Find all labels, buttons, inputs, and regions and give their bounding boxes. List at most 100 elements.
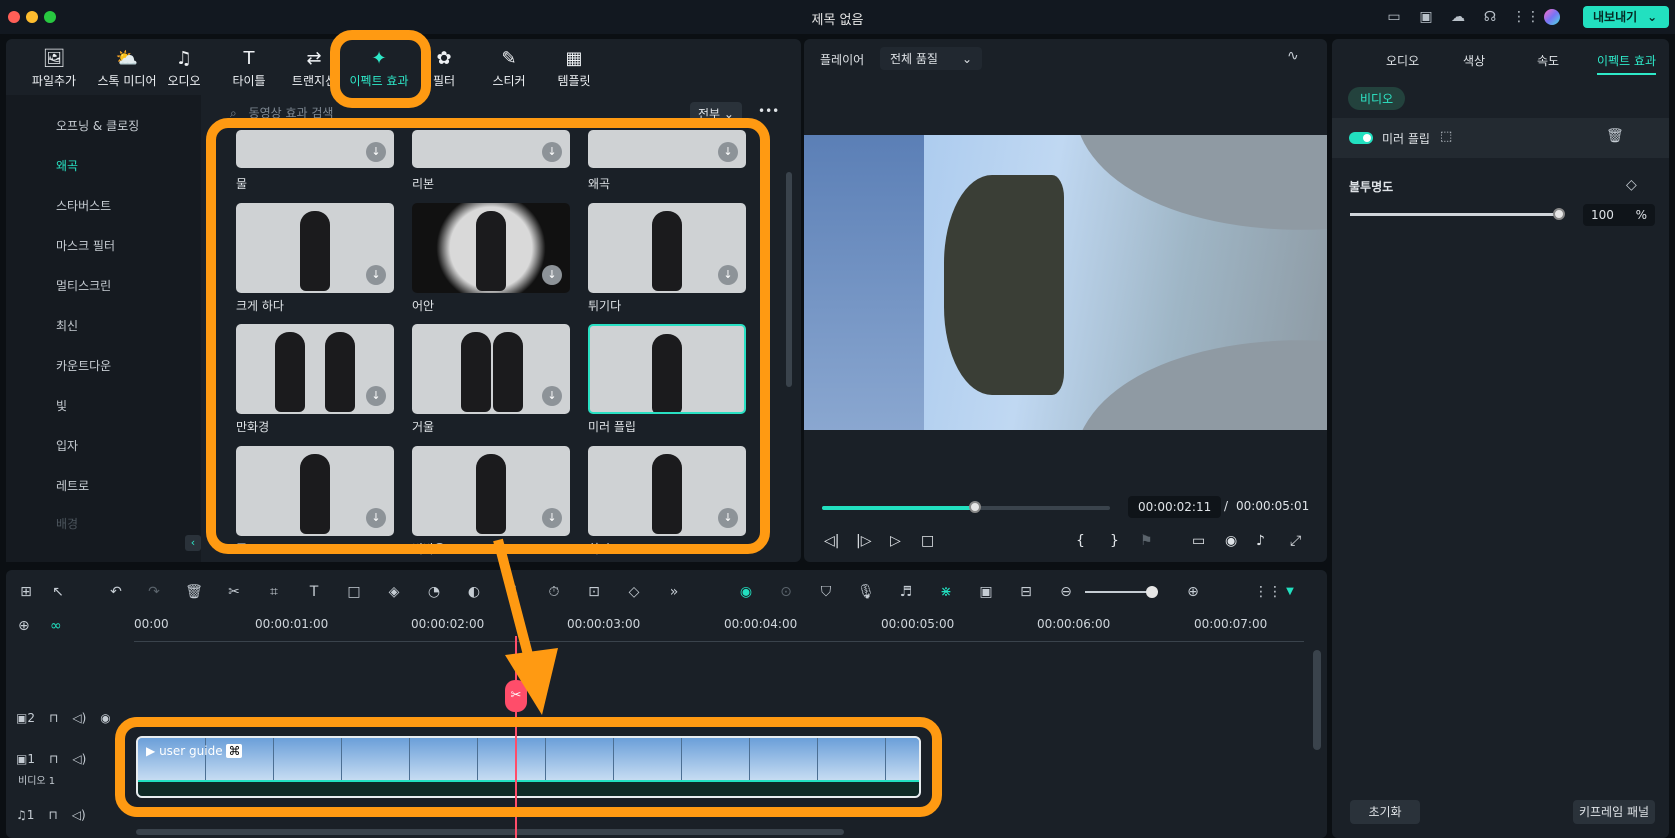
headset-icon[interactable]: ☊ [1480,7,1500,27]
tab-speed[interactable]: 속도 [1537,52,1559,69]
progress-handle[interactable] [968,501,981,513]
sidebar-item-background[interactable]: 배경 [56,515,78,532]
reset-button[interactable]: 초기화 [1350,800,1420,824]
grid-apps-icon[interactable]: ⋮⋮ [1512,7,1540,27]
shape-icon[interactable]: □ [344,582,364,602]
sidebar-item-light[interactable]: 빛 [56,397,67,414]
lock-icon[interactable]: ⊓ [48,808,57,822]
keyframe-icon[interactable]: ◇ [624,582,644,602]
quality-dropdown[interactable]: 전체 품질 ⌄ [880,47,983,70]
effects-scrollbar[interactable] [786,172,792,387]
timecode: 00:00 [134,617,169,631]
next-frame-icon[interactable]: |▷ [856,533,871,549]
render-icon[interactable]: ⊙ [776,582,796,602]
timecode: 00:00:06:00 [1037,617,1111,631]
effect-toggle[interactable] [1349,132,1373,144]
opacity-slider[interactable] [1350,208,1565,220]
tab-effects-props[interactable]: 이펙트 효과 [1597,52,1657,75]
fullscreen-icon[interactable]: ⤢ [1290,533,1301,549]
layout-grid-icon[interactable]: ⊞ [16,582,36,602]
section-video-chip[interactable]: 비디오 [1348,87,1406,110]
undo-icon[interactable]: ↶ [106,582,126,602]
save-icon[interactable]: ▣ [1416,7,1436,27]
trash-icon[interactable]: 🗑 [1606,128,1624,144]
layout-icon[interactable]: ▭ [1384,7,1404,27]
speaker-icon[interactable]: ◁) [72,752,86,766]
eye-icon[interactable]: ◉ [100,711,110,725]
play-icon[interactable]: ▷ [890,533,901,549]
crop-icon[interactable]: ⌗ [264,582,284,602]
sidebar-item-latest[interactable]: 최신 [56,317,78,334]
select-tool-icon[interactable]: ↖ [48,582,68,602]
split-screen-icon[interactable]: ⊟ [1016,582,1036,602]
speaker-icon[interactable]: ◁) [72,711,86,725]
snapshot-icon[interactable]: ◉ [1225,533,1237,549]
display-icon[interactable]: ▭ [1192,533,1205,549]
tab-audio-props[interactable]: 오디오 [1386,52,1419,69]
prev-frame-icon[interactable]: ◁| [824,533,839,549]
sidebar-item-mask-filter[interactable]: 마스크 필터 [56,237,115,254]
sidebar-item-opening[interactable]: 오프닝 & 클로징 [56,117,139,134]
track-2-header: ▣2 ⊓ ◁) ◉ [16,711,111,725]
sidebar-item-multiscreen[interactable]: 멀티스크린 [56,277,111,294]
link-icon[interactable]: ∞ [50,618,62,634]
timeline-v-scrollbar[interactable] [1313,650,1321,750]
waveform-icon[interactable]: ∿ [1287,48,1299,64]
effect-settings-icon[interactable]: ⬚ [1440,129,1452,144]
scissors-icon[interactable]: ✂ [224,582,244,602]
collapse-sidebar-button[interactable]: ‹ [185,535,201,551]
track-number: 1 [27,752,35,766]
opacity-slider-handle[interactable] [1553,208,1565,220]
sidebar-item-distortion[interactable]: 왜곡 [56,157,78,174]
more-tools-icon[interactable]: » [664,582,684,602]
grid-menu-icon[interactable]: ⋮⋮ [1254,582,1282,602]
stop-icon[interactable]: □ [921,533,934,549]
speed-icon[interactable]: ◔ [424,582,444,602]
zoom-out-icon[interactable]: ⊖ [1056,582,1076,602]
marker-icon[interactable]: ⚑ [1140,533,1153,549]
opacity-value-field[interactable]: 100% [1583,204,1655,226]
lock-icon[interactable]: ⊓ [49,752,58,766]
ai-icon[interactable]: ◉ [736,582,756,602]
shield-icon[interactable]: ⛉ [816,582,836,602]
zoom-in-icon[interactable]: ⊕ [1183,582,1203,602]
snap-icon[interactable]: ⋇ [936,582,956,602]
volume-icon[interactable]: ♪ [1256,533,1265,549]
track-number: 1 [26,808,35,822]
more-options-icon[interactable]: ••• [758,104,779,118]
delete-icon[interactable]: 🗑 [184,582,204,602]
time-ruler[interactable] [134,636,1304,642]
keyframe-diamond-icon[interactable]: ◇ [1626,177,1637,193]
export-button[interactable]: 내보내기 ⌄ [1583,6,1669,28]
tab-color[interactable]: 색상 [1463,52,1485,69]
sidebar-item-countdown[interactable]: 카운트다운 [56,357,111,374]
playback-progress[interactable] [822,501,1110,513]
mark-out-icon[interactable]: } [1110,533,1119,549]
current-time: 00:00:02:11 [1128,496,1222,518]
zoom-slider-handle[interactable] [1146,586,1158,598]
speaker-icon[interactable]: ◁) [72,808,86,822]
fit-icon[interactable]: ⊡ [584,582,604,602]
auto-fit-icon[interactable]: ▣ [976,582,996,602]
sidebar-item-starburst[interactable]: 스타버스트 [56,197,111,214]
lock-icon[interactable]: ⊓ [49,711,58,725]
cloud-upload-icon[interactable]: ☁ [1448,7,1468,27]
toggle-knob [1363,134,1371,142]
mark-in-icon[interactable]: { [1076,533,1085,549]
zoom-slider[interactable] [1085,586,1158,598]
avatar[interactable] [1544,9,1560,25]
timeline-h-scrollbar[interactable] [136,829,844,835]
mask-icon[interactable]: ◈ [384,582,404,602]
sidebar-item-retro[interactable]: 레트로 [56,477,89,494]
sidebar-item-particles[interactable]: 입자 [56,437,78,454]
add-track-icon[interactable]: ⊕ [18,618,30,634]
keyframe-panel-button[interactable]: 키프레임 패널 [1573,800,1655,824]
redo-icon[interactable]: ↷ [144,582,164,602]
music-list-icon[interactable]: ♬ [896,582,916,602]
tab-templates[interactable]: ▦ 템플릿 [534,48,614,89]
preview-ramp-bottom [1074,306,1327,430]
chevron-down-icon: ⌄ [961,52,973,66]
text-icon[interactable]: T [304,582,324,602]
caret-down-icon[interactable]: ▼ [1280,582,1300,602]
microphone-icon[interactable]: 🎙 [856,582,876,602]
